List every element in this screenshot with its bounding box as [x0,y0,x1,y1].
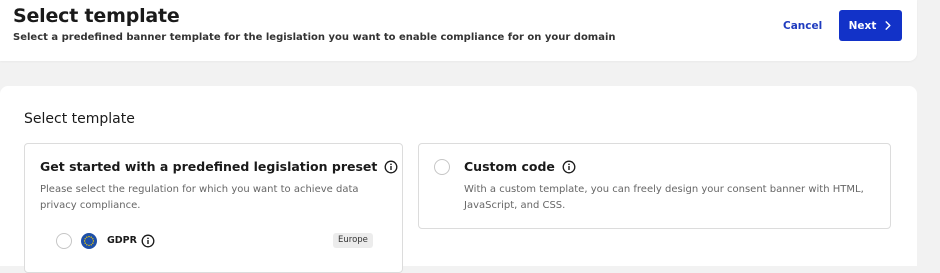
cancel-button[interactable]: Cancel [783,18,822,34]
gdpr-label: GDPR [107,235,137,246]
next-button[interactable]: Next [839,10,902,41]
header-bar: Select template Select a predefined bann… [0,0,917,61]
page-subtitle: Select a predefined banner template for … [13,32,616,43]
preset-option-title: Get started with a predefined legislatio… [40,159,378,174]
preset-option-title-row: Get started with a predefined legislatio… [40,159,398,174]
custom-code-title-row: Custom code [464,159,576,174]
info-icon[interactable] [141,234,155,248]
custom-code-option-card[interactable]: Custom code With a custom template, you … [418,143,891,229]
info-icon[interactable] [384,160,398,174]
preset-option-description: Please select the regulation for which y… [40,184,359,211]
preset-item-gdpr[interactable]: GDPR Europe [25,230,402,254]
custom-code-title: Custom code [464,159,555,174]
custom-code-description: With a custom template, you can freely d… [464,184,864,211]
info-icon[interactable] [562,160,576,174]
next-button-label: Next [848,19,877,32]
region-badge: Europe [333,233,373,248]
page-title: Select template [13,5,180,27]
custom-code-radio[interactable] [434,159,450,175]
template-panel: Select template Get started with a prede… [0,86,917,273]
chevron-right-icon [885,21,891,30]
eu-flag-icon [81,233,97,249]
section-title: Select template [24,111,135,127]
gdpr-radio[interactable] [56,233,72,249]
